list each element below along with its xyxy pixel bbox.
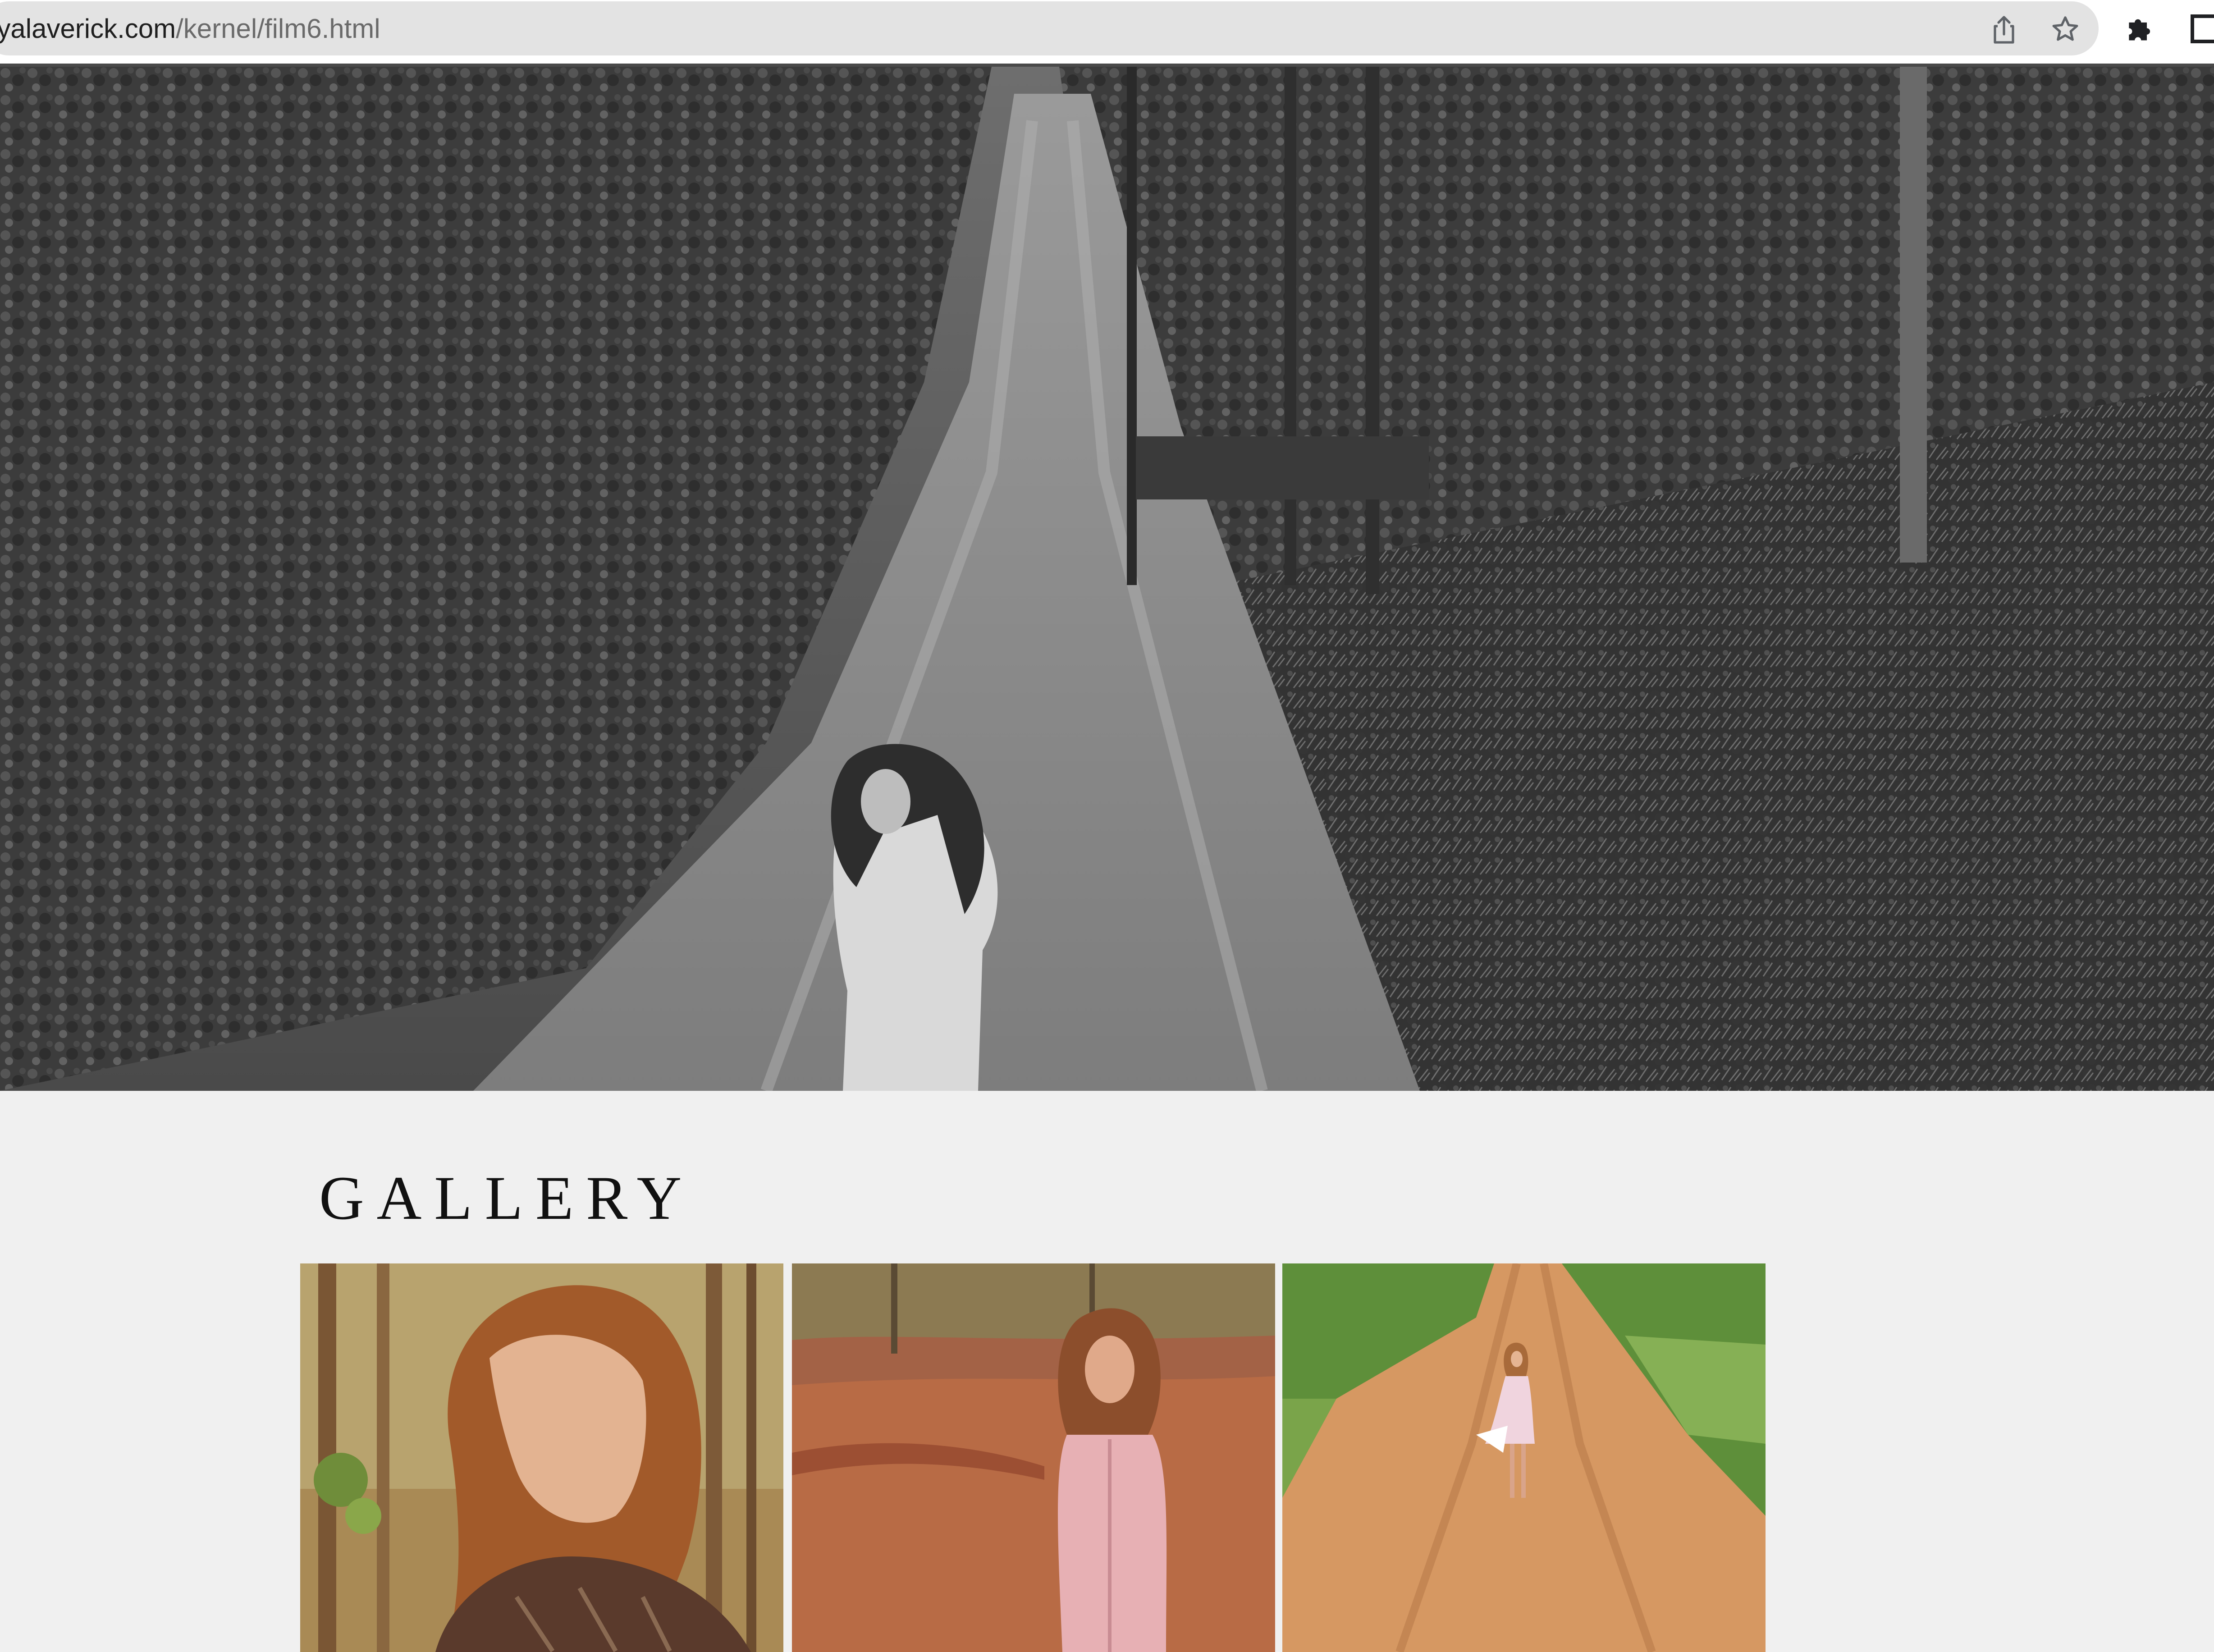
window-icon[interactable]: [2190, 14, 2214, 44]
url-path: /kernel/film6.html: [176, 14, 380, 44]
toolbar-divider: [0, 64, 2214, 67]
url-text[interactable]: eyalaverick.com/kernel/film6.html: [0, 13, 380, 45]
gallery-thumb-1[interactable]: [300, 1263, 783, 1652]
star-icon[interactable]: [2050, 14, 2080, 44]
gallery-thumb-2[interactable]: [792, 1263, 1275, 1652]
gallery-thumb-2-image: [792, 1263, 1275, 1652]
hero-photo: [0, 67, 2214, 1091]
hero-image: [0, 67, 2214, 1091]
page: eyalaverick.com/kernel/film6.html GALLER…: [0, 0, 2214, 1652]
gallery-thumb-3-image: [1282, 1263, 1766, 1652]
puzzle-icon[interactable]: [2124, 14, 2155, 44]
share-icon[interactable]: [1990, 14, 2017, 44]
gallery-thumb-1-image: [300, 1263, 783, 1652]
gallery-heading: GALLERY: [319, 1163, 695, 1232]
address-bar[interactable]: eyalaverick.com/kernel/film6.html: [0, 1, 2099, 55]
browser-toolbar: eyalaverick.com/kernel/film6.html: [0, 0, 2214, 64]
url-host: eyalaverick.com: [0, 14, 176, 44]
gallery-thumb-3[interactable]: [1282, 1263, 1766, 1652]
